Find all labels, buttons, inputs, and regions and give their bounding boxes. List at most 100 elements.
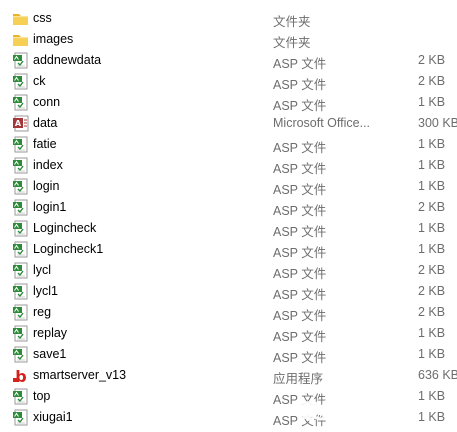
file-type: ASP 文件 <box>273 141 327 155</box>
file-size: 2 KB <box>418 305 446 319</box>
file-size: 300 KB <box>418 116 457 130</box>
file-type: ASP 文件 <box>273 393 327 407</box>
asp-file-icon <box>12 52 30 69</box>
file-row[interactable]: top ASP 文件 1 KB <box>0 386 457 407</box>
file-size: 2 KB <box>418 200 446 214</box>
file-type: ASP 文件 <box>273 414 327 428</box>
file-size: 1 KB <box>418 410 446 424</box>
file-name: images <box>33 32 74 46</box>
file-size: 2 KB <box>418 53 446 67</box>
file-row[interactable]: save1 ASP 文件 1 KB <box>0 344 457 365</box>
asp-file-icon <box>12 262 30 279</box>
file-size: 1 KB <box>418 347 446 361</box>
file-name: replay <box>33 326 68 340</box>
file-size: 2 KB <box>418 263 446 277</box>
file-size: 1 KB <box>418 137 446 151</box>
folder-icon <box>12 10 30 27</box>
file-size: 2 KB <box>418 74 446 88</box>
file-name: data <box>33 116 58 130</box>
file-row[interactable]: addnewdata ASP 文件 2 KB <box>0 50 457 71</box>
file-type: ASP 文件 <box>273 99 327 113</box>
file-name: login <box>33 179 60 193</box>
file-type: 应用程序 <box>273 372 324 386</box>
file-row[interactable]: css 文件夹 <box>0 8 457 29</box>
file-row[interactable]: lycl1 ASP 文件 2 KB <box>0 281 457 302</box>
file-row[interactable]: login ASP 文件 1 KB <box>0 176 457 197</box>
asp-file-icon <box>12 304 30 321</box>
file-name: Logincheck1 <box>33 242 104 256</box>
asp-file-icon <box>12 73 30 90</box>
asp-file-icon <box>12 136 30 153</box>
file-type: ASP 文件 <box>273 351 327 365</box>
asp-file-icon <box>12 94 30 111</box>
file-name: addnewdata <box>33 53 102 67</box>
file-name: conn <box>33 95 61 109</box>
asp-file-icon <box>12 178 30 195</box>
file-type: 文件夹 <box>273 36 311 50</box>
file-name: Logincheck <box>33 221 97 235</box>
file-type: ASP 文件 <box>273 246 327 260</box>
asp-file-icon <box>12 157 30 174</box>
file-name: lycl <box>33 263 52 277</box>
folder-icon <box>12 31 30 48</box>
file-row[interactable]: replay ASP 文件 1 KB <box>0 323 457 344</box>
file-type: ASP 文件 <box>273 330 327 344</box>
file-size: 1 KB <box>418 221 446 235</box>
file-name: css <box>33 11 52 25</box>
file-row[interactable]: b smartserver_v13 应用程序 636 KB <box>0 365 457 386</box>
file-row[interactable]: lycl ASP 文件 2 KB <box>0 260 457 281</box>
asp-file-icon <box>12 388 30 405</box>
file-name: fatie <box>33 137 57 151</box>
file-size: 1 KB <box>418 179 446 193</box>
file-type: ASP 文件 <box>273 183 327 197</box>
file-size: 1 KB <box>418 95 446 109</box>
application-icon: b <box>12 367 30 386</box>
file-size: 1 KB <box>418 326 446 340</box>
file-row[interactable]: conn ASP 文件 1 KB <box>0 92 457 113</box>
file-name: xiugai1 <box>33 410 73 424</box>
file-row[interactable]: A data Microsoft Office... 300 KB <box>0 113 457 134</box>
asp-file-icon <box>12 199 30 216</box>
file-name: index <box>33 158 63 172</box>
file-type: ASP 文件 <box>273 267 327 281</box>
asp-file-icon <box>12 220 30 237</box>
asp-file-icon <box>12 409 30 426</box>
access-db-icon: A <box>12 115 30 132</box>
asp-file-icon <box>12 241 30 258</box>
file-type: ASP 文件 <box>273 78 327 92</box>
file-row[interactable]: xiugai1 ASP 文件 1 KB <box>0 407 457 428</box>
file-row[interactable]: reg ASP 文件 2 KB <box>0 302 457 323</box>
file-name: smartserver_v13 <box>33 368 127 382</box>
file-name: login1 <box>33 200 67 214</box>
file-row[interactable]: index ASP 文件 1 KB <box>0 155 457 176</box>
file-name: top <box>33 389 51 403</box>
file-type: ASP 文件 <box>273 288 327 302</box>
asp-file-icon <box>12 283 30 300</box>
file-type: ASP 文件 <box>273 309 327 323</box>
file-name: reg <box>33 305 52 319</box>
file-type: ASP 文件 <box>273 57 327 71</box>
file-size: 1 KB <box>418 242 446 256</box>
file-type: ASP 文件 <box>273 204 327 218</box>
file-list: css 文件夹 images 文件夹 addnewdata ASP 文件 2 KB ck… <box>0 8 457 428</box>
file-row[interactable]: Logincheck1 ASP 文件 1 KB <box>0 239 457 260</box>
file-name: save1 <box>33 347 67 361</box>
asp-file-icon <box>12 325 30 342</box>
file-type: ASP 文件 <box>273 162 327 176</box>
svg-text:A: A <box>15 119 22 128</box>
file-row[interactable]: images 文件夹 <box>0 29 457 50</box>
file-row[interactable]: ck ASP 文件 2 KB <box>0 71 457 92</box>
file-name: ck <box>33 74 46 88</box>
file-type: 文件夹 <box>273 15 311 29</box>
file-size: 636 KB <box>418 368 457 382</box>
file-name: lycl1 <box>33 284 59 298</box>
file-row[interactable]: login1 ASP 文件 2 KB <box>0 197 457 218</box>
file-type: ASP 文件 <box>273 225 327 239</box>
file-row[interactable]: Logincheck ASP 文件 1 KB <box>0 218 457 239</box>
file-size: 1 KB <box>418 158 446 172</box>
asp-file-icon <box>12 346 30 363</box>
file-size: 1 KB <box>418 389 446 403</box>
file-row[interactable]: fatie ASP 文件 1 KB <box>0 134 457 155</box>
file-size: 2 KB <box>418 284 446 298</box>
file-type: Microsoft Office... <box>273 116 371 130</box>
